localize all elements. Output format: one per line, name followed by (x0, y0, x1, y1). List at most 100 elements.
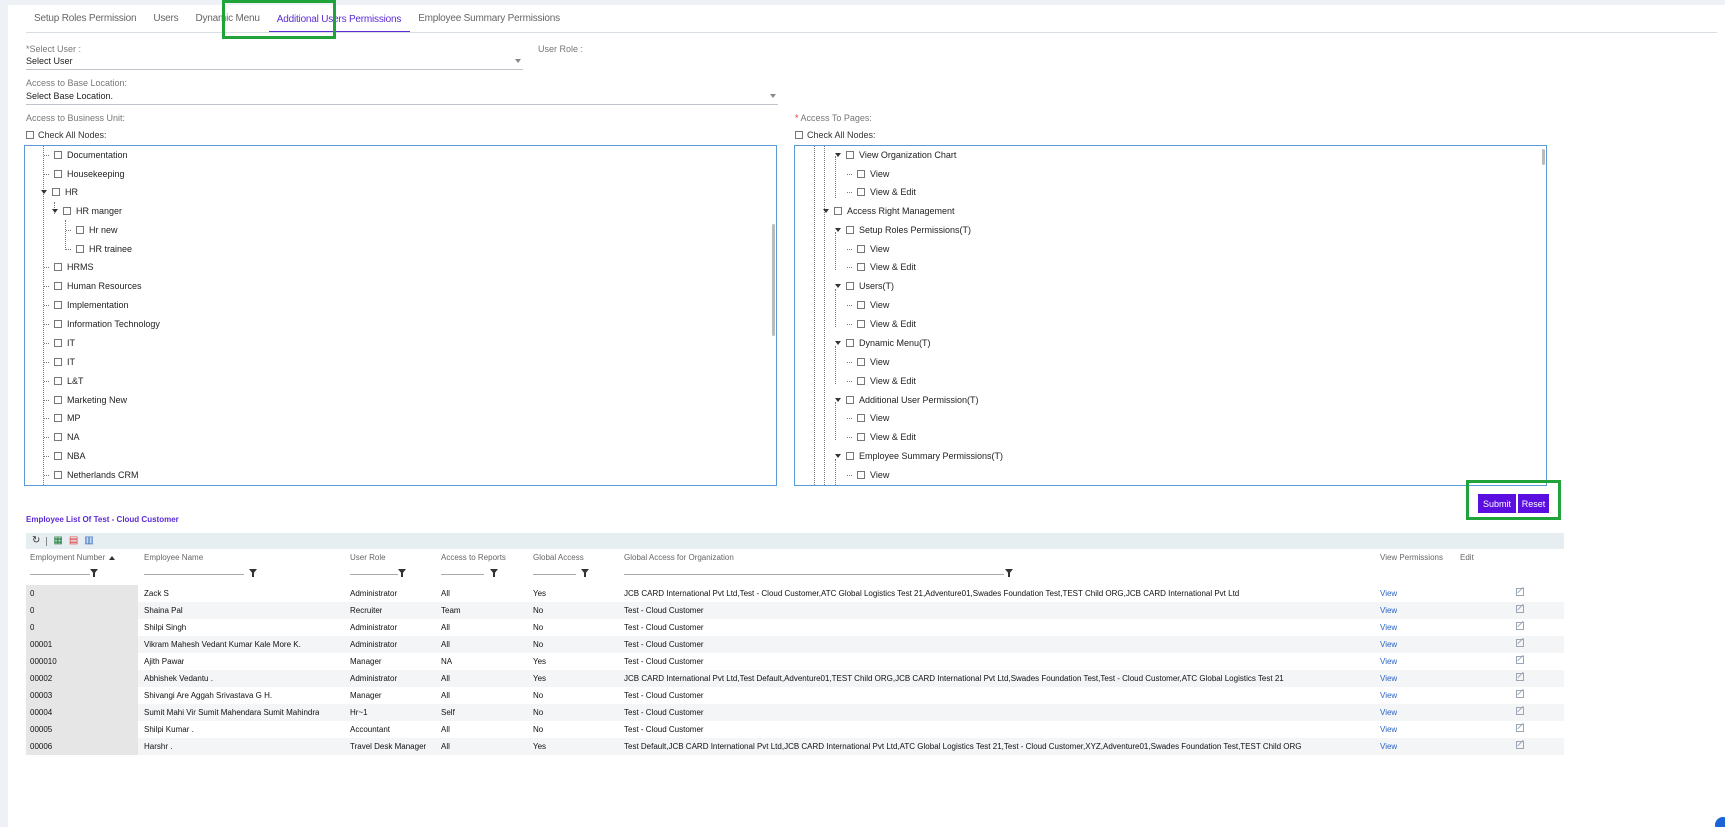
checkbox[interactable] (54, 358, 62, 366)
tree-node[interactable]: HR manger (52, 205, 122, 217)
filter-input[interactable] (30, 574, 90, 575)
tab-users[interactable]: Users (145, 13, 187, 32)
submit-button[interactable]: Submit (1478, 494, 1516, 513)
tree-node[interactable]: IT (44, 337, 75, 349)
checkbox[interactable] (846, 452, 854, 460)
col-header-user-role[interactable]: User Role (350, 553, 386, 562)
checkbox[interactable] (52, 188, 60, 196)
chat-bubble-icon[interactable] (1715, 817, 1725, 827)
checkbox[interactable] (846, 226, 854, 234)
tree-node[interactable]: Documentation (44, 149, 128, 161)
tree-node[interactable]: View (847, 412, 889, 424)
checkbox[interactable] (857, 170, 865, 178)
checkbox[interactable] (857, 263, 865, 271)
tree-scrollbar[interactable] (772, 224, 775, 336)
pdf-icon[interactable]: ▤ (69, 536, 78, 546)
tree-scrollbar[interactable] (1542, 149, 1545, 165)
checkbox[interactable] (54, 151, 62, 159)
word-icon[interactable]: ▥ (84, 536, 93, 546)
checkbox[interactable] (846, 339, 854, 347)
view-link[interactable]: View (1380, 742, 1397, 751)
tree-node[interactable]: View (847, 243, 889, 255)
checkbox[interactable] (54, 320, 62, 328)
tab-setup-roles-permission[interactable]: Setup Roles Permission (26, 13, 145, 32)
view-link[interactable]: View (1380, 606, 1397, 615)
tree-node[interactable]: Information Technology (44, 318, 160, 330)
tree-node[interactable]: Hr new (66, 224, 118, 236)
checkbox[interactable] (846, 282, 854, 290)
checkbox[interactable] (54, 377, 62, 385)
view-link[interactable]: View (1380, 674, 1397, 683)
tree-node[interactable]: HR (41, 186, 78, 198)
filter-icon[interactable] (249, 569, 257, 577)
checkbox[interactable] (54, 282, 62, 290)
col-header-employment-number[interactable]: Employment Number (30, 553, 116, 562)
checkbox[interactable] (857, 358, 865, 366)
checkbox[interactable] (26, 131, 34, 139)
expand-arrow-icon[interactable] (823, 209, 829, 213)
checkbox[interactable] (54, 452, 62, 460)
tree-node[interactable]: View (847, 299, 889, 311)
view-link[interactable]: View (1380, 657, 1397, 666)
tree-node[interactable]: L&T (44, 375, 84, 387)
filter-input[interactable] (441, 574, 484, 575)
expand-arrow-icon[interactable] (52, 209, 58, 213)
checkbox[interactable] (857, 471, 865, 479)
view-link[interactable]: View (1380, 623, 1397, 632)
checkbox[interactable] (834, 207, 842, 215)
tree-node[interactable]: View (847, 168, 889, 180)
expand-arrow-icon[interactable] (835, 398, 841, 402)
tree-node[interactable]: Users(T) (835, 280, 894, 292)
expand-arrow-icon[interactable] (835, 341, 841, 345)
filter-input[interactable] (350, 574, 398, 575)
check-all-nodes-left[interactable]: Check All Nodes: (26, 130, 107, 140)
tree-node[interactable]: HRMS (44, 261, 94, 273)
tree-node[interactable]: View & Edit (847, 318, 916, 330)
expand-arrow-icon[interactable] (41, 190, 47, 194)
expand-arrow-icon[interactable] (835, 454, 841, 458)
filter-input[interactable] (144, 574, 244, 575)
access-pages-tree[interactable]: View Organization Chart View View & Edit… (794, 145, 1547, 486)
edit-icon[interactable] (1516, 690, 1524, 698)
checkbox[interactable] (54, 263, 62, 271)
view-link[interactable]: View (1380, 725, 1397, 734)
tree-node[interactable]: MP (44, 412, 81, 424)
edit-icon[interactable] (1516, 724, 1524, 732)
reset-button[interactable]: Reset (1517, 494, 1549, 513)
filter-icon[interactable] (398, 569, 406, 577)
checkbox[interactable] (76, 226, 84, 234)
filter-icon[interactable] (581, 569, 589, 577)
tree-node[interactable]: Access Right Management (823, 205, 955, 217)
expand-arrow-icon[interactable] (835, 228, 841, 232)
view-link[interactable]: View (1380, 640, 1397, 649)
view-link[interactable]: View (1380, 708, 1397, 717)
tree-node[interactable]: Housekeeping (44, 168, 125, 180)
checkbox[interactable] (54, 471, 62, 479)
checkbox[interactable] (54, 414, 62, 422)
checkbox[interactable] (63, 207, 71, 215)
tree-node[interactable]: View & Edit (847, 431, 916, 443)
tab-dynamic-menu[interactable]: Dynamic Menu (187, 13, 268, 32)
checkbox[interactable] (846, 151, 854, 159)
filter-icon[interactable] (490, 569, 498, 577)
edit-icon[interactable] (1516, 605, 1524, 613)
checkbox[interactable] (54, 433, 62, 441)
tree-node[interactable]: Additional User Permission(T) (835, 394, 979, 406)
checkbox[interactable] (54, 170, 62, 178)
tree-node[interactable]: Netherlands CRM (44, 469, 139, 481)
checkbox[interactable] (857, 301, 865, 309)
tree-node[interactable]: NA (44, 431, 80, 443)
filter-input[interactable] (533, 574, 576, 575)
edit-icon[interactable] (1516, 622, 1524, 630)
col-header-global-access[interactable]: Global Access (533, 553, 584, 562)
edit-icon[interactable] (1516, 741, 1524, 749)
edit-icon[interactable] (1516, 656, 1524, 664)
check-all-nodes-right[interactable]: Check All Nodes: (795, 130, 876, 140)
checkbox[interactable] (857, 433, 865, 441)
base-location-dropdown[interactable]: Select Base Location. (26, 91, 778, 105)
expand-arrow-icon[interactable] (835, 284, 841, 288)
checkbox[interactable] (54, 339, 62, 347)
checkbox[interactable] (76, 245, 84, 253)
checkbox[interactable] (857, 245, 865, 253)
tree-node[interactable]: Human Resources (44, 280, 142, 292)
